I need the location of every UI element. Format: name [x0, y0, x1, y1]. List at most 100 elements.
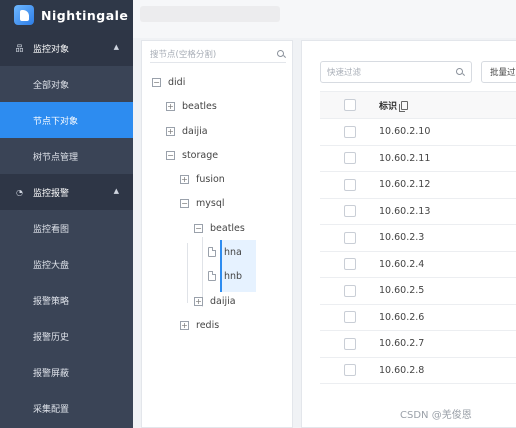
tree-node-daijia-sub[interactable]: + daijia — [194, 293, 236, 309]
chevron-up-icon: ▲ — [113, 43, 119, 51]
cell-ident: 10.60.2.13 — [379, 205, 431, 217]
cell-ident: 10.60.2.3 — [379, 232, 425, 244]
table-row[interactable]: 10.60.2.6 — [320, 304, 516, 331]
copy-icon[interactable] — [399, 100, 409, 112]
sidebar-item-all-objects[interactable]: 全部对象 — [0, 66, 133, 102]
alarm-icon: ◔ — [16, 187, 23, 197]
row-checkbox[interactable] — [344, 364, 356, 377]
search-icon[interactable] — [276, 49, 286, 59]
objects-icon: 品 — [15, 43, 24, 53]
row-checkbox[interactable] — [344, 337, 356, 350]
tree-node-mysql[interactable]: − mysql — [180, 195, 225, 211]
filter-placeholder: 快速过滤 — [327, 68, 362, 78]
sidebar-item-alarm-strategy[interactable]: 报警策略 — [0, 282, 133, 318]
table-row[interactable]: 10.60.2.7 — [320, 331, 516, 358]
brand-name: Nightingale — [41, 7, 129, 23]
select-all-checkbox[interactable] — [344, 99, 356, 111]
cell-ident: 10.60.2.10 — [379, 126, 431, 138]
tree-node-label: hna — [224, 246, 242, 258]
quick-filter-input[interactable]: 快速过滤 — [320, 61, 472, 83]
tree-node-label: storage — [182, 149, 219, 161]
sidebar-item-tree-management[interactable]: 树节点管理 — [0, 138, 133, 174]
tree-node-hnb[interactable]: hnb — [208, 268, 242, 284]
cell-ident: 10.60.2.12 — [379, 179, 431, 191]
tree-node-redis[interactable]: + redis — [180, 317, 219, 333]
tree-node-label: mysql — [196, 197, 225, 209]
sidebar-item-graphs[interactable]: 监控看图 — [0, 210, 133, 246]
tree-node-beatles-sub[interactable]: − beatles — [194, 220, 245, 236]
tree-node-beatles[interactable]: + beatles — [166, 98, 217, 114]
tree-search-placeholder: 搜节点(空格分割) — [150, 49, 217, 60]
cell-ident: 10.60.2.11 — [379, 152, 431, 164]
blurred-header-area — [140, 6, 280, 22]
watermark: CSDN @羌俊恩 — [400, 410, 472, 421]
collapse-icon[interactable]: − — [152, 77, 161, 87]
main-panel: 快速过滤 批量过 标识 10.60.2.10 10.60.2.11 10.60.… — [301, 40, 516, 428]
table-row[interactable]: 10.60.2.11 — [320, 145, 516, 172]
tree-node-label: didi — [168, 76, 186, 88]
cell-ident: 10.60.2.4 — [379, 258, 425, 270]
sidebar-item-alarm-mute[interactable]: 报警屏蔽 — [0, 354, 133, 390]
row-checkbox[interactable] — [344, 284, 356, 297]
tree-node-label: beatles — [210, 222, 245, 234]
sidebar-group-label: 监控报警 — [33, 188, 70, 199]
tree-node-label: hnb — [224, 270, 243, 282]
tree-node-label: beatles — [182, 100, 217, 112]
sidebar-item-collect-config[interactable]: 采集配置 — [0, 390, 133, 426]
tree-node-hna[interactable]: hna — [208, 244, 242, 260]
table-row[interactable]: 10.60.2.5 — [320, 278, 516, 305]
row-checkbox[interactable] — [344, 231, 356, 244]
row-checkbox[interactable] — [344, 311, 356, 324]
tree-node-daijia[interactable]: + daijia — [166, 123, 208, 139]
brand[interactable]: Nightingale — [0, 0, 133, 30]
expand-icon[interactable]: + — [166, 126, 175, 136]
tree-guide-line — [187, 243, 188, 303]
objects-table: 标识 10.60.2.10 10.60.2.11 10.60.2.12 10.6… — [320, 91, 516, 384]
cell-ident: 10.60.2.5 — [379, 285, 425, 297]
row-checkbox[interactable] — [344, 205, 356, 218]
file-icon — [208, 271, 216, 281]
row-checkbox[interactable] — [344, 125, 356, 138]
row-checkbox[interactable] — [344, 178, 356, 191]
collapse-icon[interactable]: − — [180, 198, 189, 208]
tree-node-label: daijia — [182, 125, 208, 137]
collapse-icon[interactable]: − — [194, 223, 203, 233]
table-header: 标识 — [320, 91, 516, 119]
collapse-icon[interactable]: − — [166, 150, 175, 160]
sidebar-item-dashboard[interactable]: 监控大盘 — [0, 246, 133, 282]
sidebar-group-objects[interactable]: 品 监控对象 ▲ — [0, 30, 133, 66]
table-row[interactable]: 10.60.2.8 — [320, 357, 516, 384]
sidebar: Nightingale 品 监控对象 ▲ 全部对象 节点下对象 树节点管理 ◔ … — [0, 0, 133, 428]
table-row[interactable]: 10.60.2.4 — [320, 251, 516, 278]
batch-button[interactable]: 批量过 — [481, 61, 516, 83]
expand-icon[interactable]: + — [194, 296, 203, 306]
tree-node-storage[interactable]: − storage — [166, 147, 218, 163]
sidebar-item-alarm-history[interactable]: 报警历史 — [0, 318, 133, 354]
tree-search-input[interactable]: 搜节点(空格分割) — [150, 45, 286, 63]
sidebar-group-label: 监控对象 — [33, 44, 70, 55]
file-icon — [208, 247, 216, 257]
tree-node-didi[interactable]: − didi — [152, 74, 185, 90]
sidebar-group-alarm[interactable]: ◔ 监控报警 ▲ — [0, 174, 133, 210]
expand-icon[interactable]: + — [180, 320, 189, 330]
cell-ident: 10.60.2.7 — [379, 338, 425, 350]
search-icon[interactable] — [455, 67, 465, 77]
column-header-identifier: 标识 — [379, 99, 409, 112]
tree-node-fusion[interactable]: + fusion — [180, 171, 225, 187]
expand-icon[interactable]: + — [166, 101, 175, 111]
row-checkbox[interactable] — [344, 258, 356, 271]
table-row[interactable]: 10.60.2.3 — [320, 225, 516, 252]
cell-ident: 10.60.2.8 — [379, 364, 425, 376]
sidebar-item-node-objects[interactable]: 节点下对象 — [0, 102, 133, 138]
table-row[interactable]: 10.60.2.10 — [320, 119, 516, 146]
table-row[interactable]: 10.60.2.12 — [320, 172, 516, 199]
chevron-up-icon: ▲ — [113, 187, 119, 195]
nightingale-logo-icon — [14, 5, 34, 25]
cell-ident: 10.60.2.6 — [379, 311, 425, 323]
row-checkbox[interactable] — [344, 152, 356, 165]
expand-icon[interactable]: + — [180, 174, 189, 184]
tree-node-label: redis — [196, 319, 220, 331]
tree-node-label: daijia — [210, 295, 236, 307]
table-row[interactable]: 10.60.2.13 — [320, 198, 516, 225]
tree-node-label: fusion — [196, 173, 225, 185]
